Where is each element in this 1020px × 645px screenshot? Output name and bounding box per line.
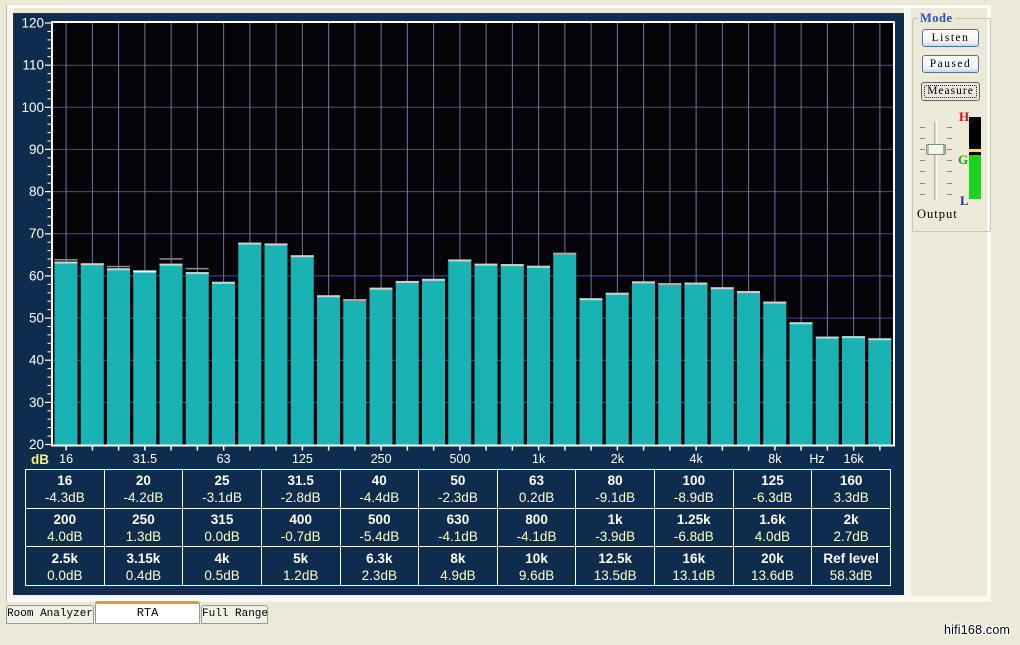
svg-text:50: 50 <box>29 311 44 326</box>
svg-text:20: 20 <box>29 437 44 452</box>
svg-text:90: 90 <box>29 142 44 157</box>
svg-text:4k: 4k <box>690 452 704 466</box>
svg-text:63: 63 <box>217 452 231 466</box>
svg-text:2k: 2k <box>611 452 625 466</box>
svg-text:Hz: Hz <box>809 452 824 466</box>
svg-text:16: 16 <box>59 452 73 466</box>
svg-text:8k: 8k <box>768 452 782 466</box>
svg-text:500: 500 <box>449 452 470 466</box>
svg-text:250: 250 <box>371 452 392 466</box>
svg-text:100: 100 <box>21 100 44 115</box>
svg-text:80: 80 <box>29 184 44 199</box>
svg-text:110: 110 <box>22 58 44 73</box>
svg-text:125: 125 <box>292 452 313 466</box>
svg-text:30: 30 <box>29 395 44 410</box>
svg-text:60: 60 <box>29 268 44 283</box>
svg-text:31.5: 31.5 <box>133 452 157 466</box>
svg-text:16k: 16k <box>844 452 865 466</box>
svg-text:40: 40 <box>29 353 44 368</box>
svg-text:70: 70 <box>29 226 44 241</box>
svg-text:1k: 1k <box>532 452 546 466</box>
svg-text:dB: dB <box>31 452 49 467</box>
svg-text:120: 120 <box>21 16 44 31</box>
